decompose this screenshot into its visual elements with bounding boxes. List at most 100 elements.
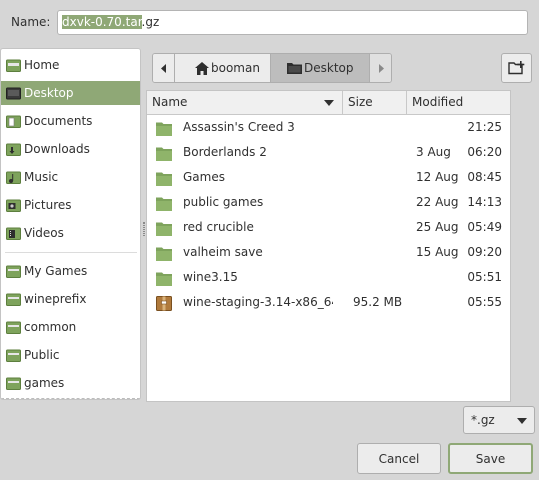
- save-label: Save: [475, 451, 506, 466]
- folder-icon: [6, 377, 21, 390]
- file-date: 12 Aug: [416, 170, 459, 184]
- column-header-modified[interactable]: Modified: [407, 91, 510, 114]
- filename-input[interactable]: dxvk-0.70.tar.gz: [57, 10, 528, 35]
- cancel-label: Cancel: [378, 451, 420, 466]
- sidebar-scroll-edge: [1, 398, 140, 399]
- file-size: 95.2 MB: [353, 295, 403, 309]
- folder-icon: [156, 247, 172, 261]
- sidebar-item-common[interactable]: common: [1, 315, 140, 339]
- column-header-label: Size: [348, 95, 373, 109]
- sidebar-item-label: wineprefix: [24, 292, 87, 306]
- name-label: Name:: [11, 15, 51, 29]
- filename-extension-text: .gz: [141, 15, 160, 29]
- sidebar-item-games[interactable]: games: [1, 371, 140, 395]
- videos-folder-icon: [6, 227, 21, 240]
- file-name: Borderlands 2: [183, 145, 267, 159]
- file-name: wine3.15: [183, 270, 238, 284]
- folder-icon: [156, 172, 172, 186]
- home-icon: [195, 61, 209, 75]
- sidebar-item-label: Videos: [24, 226, 64, 240]
- file-row[interactable]: Borderlands 2 3 Aug 06:20: [147, 141, 510, 166]
- documents-folder-icon: [6, 115, 21, 128]
- sidebar-item-label: My Games: [24, 264, 88, 278]
- path-segment-label: booman: [211, 61, 260, 75]
- folder-icon: [156, 222, 172, 236]
- sidebar-item-label: Public: [24, 348, 60, 362]
- sidebar-item-desktop[interactable]: Desktop: [1, 81, 140, 105]
- file-name: public games: [183, 195, 264, 209]
- folder-icon: [287, 63, 302, 74]
- path-back-button[interactable]: [153, 54, 175, 82]
- file-row[interactable]: red crucible 25 Aug 05:49: [147, 216, 510, 241]
- save-button[interactable]: Save: [448, 443, 533, 474]
- folder-icon: [6, 265, 21, 278]
- file-name: valheim save: [183, 245, 263, 259]
- sidebar-divider: [5, 252, 137, 253]
- file-date: 25 Aug: [416, 220, 459, 234]
- pictures-folder-icon: [6, 199, 21, 212]
- column-header-size[interactable]: Size: [343, 91, 407, 114]
- new-folder-icon: [508, 61, 525, 75]
- cancel-button[interactable]: Cancel: [357, 443, 441, 474]
- file-time: 05:55: [467, 295, 502, 309]
- file-name: wine-staging-3.14-x86_64....: [183, 295, 333, 309]
- file-time: 08:45: [467, 170, 502, 184]
- sidebar-item-videos[interactable]: Videos: [1, 221, 140, 245]
- file-row[interactable]: Assassin's Creed 3 21:25: [147, 116, 510, 141]
- folder-icon: [156, 147, 172, 161]
- sidebar-item-label: Desktop: [24, 86, 74, 100]
- sidebar-item-label: Pictures: [24, 198, 72, 212]
- sidebar-item-label: games: [24, 376, 65, 390]
- file-row[interactable]: wine3.15 05:51: [147, 266, 510, 291]
- file-name: Games: [183, 170, 225, 184]
- create-folder-button[interactable]: [501, 53, 532, 83]
- folder-icon: [6, 293, 21, 306]
- file-date: 15 Aug: [416, 245, 459, 259]
- file-list: Name Size Modified Assassin's Creed 3 21…: [146, 90, 511, 402]
- sidebar-item-downloads[interactable]: Downloads: [1, 137, 140, 161]
- folder-icon: [6, 349, 21, 362]
- file-date: 22 Aug: [416, 195, 459, 209]
- file-row[interactable]: Games 12 Aug 08:45: [147, 166, 510, 191]
- path-segment-home[interactable]: booman: [175, 54, 271, 82]
- path-bar: booman Desktop: [152, 53, 392, 83]
- sidebar-item-public[interactable]: Public: [1, 343, 140, 367]
- path-forward-button[interactable]: [369, 54, 391, 82]
- file-row[interactable]: wine-staging-3.14-x86_64.... 95.2 MB 05:…: [147, 291, 510, 316]
- music-folder-icon: [6, 171, 21, 184]
- sidebar-item-pictures[interactable]: Pictures: [1, 193, 140, 217]
- sidebar-item-label: Downloads: [24, 142, 90, 156]
- column-header-row: Name Size Modified: [147, 91, 510, 115]
- file-time: 05:51: [467, 270, 502, 284]
- file-time: 21:25: [467, 120, 502, 134]
- file-date: 3 Aug: [416, 145, 451, 159]
- column-header-label: Name: [152, 95, 188, 109]
- file-time: 06:20: [467, 145, 502, 159]
- folder-icon: [6, 321, 21, 334]
- chevron-left-icon: [160, 63, 166, 73]
- file-row[interactable]: valheim save 15 Aug 09:20: [147, 241, 510, 266]
- sort-descending-icon: [324, 100, 334, 106]
- downloads-folder-icon: [6, 143, 21, 156]
- column-header-name[interactable]: Name: [147, 91, 343, 114]
- file-time: 14:13: [467, 195, 502, 209]
- sidebar-item-my-games[interactable]: My Games: [1, 259, 140, 283]
- sidebar-item-music[interactable]: Music: [1, 165, 140, 189]
- chevron-right-icon: [378, 63, 384, 73]
- folder-icon: [156, 122, 172, 136]
- file-time: 09:20: [467, 245, 502, 259]
- column-header-label: Modified: [412, 95, 464, 109]
- sidebar-item-documents[interactable]: Documents: [1, 109, 140, 133]
- sidebar-item-label: Music: [24, 170, 59, 184]
- sidebar-item-label: Documents: [24, 114, 93, 128]
- archive-icon: [156, 296, 172, 311]
- file-time: 05:49: [467, 220, 502, 234]
- file-type-filter[interactable]: *.gz: [463, 406, 535, 434]
- file-row[interactable]: public games 22 Aug 14:13: [147, 191, 510, 216]
- sidebar-item-home[interactable]: Home: [1, 53, 140, 77]
- pane-resize-handle[interactable]: [143, 222, 145, 236]
- path-segment-desktop[interactable]: Desktop: [271, 54, 369, 82]
- filter-value: *.gz: [471, 413, 495, 427]
- desktop-icon: [6, 87, 21, 99]
- sidebar-item-wineprefix[interactable]: wineprefix: [1, 287, 140, 311]
